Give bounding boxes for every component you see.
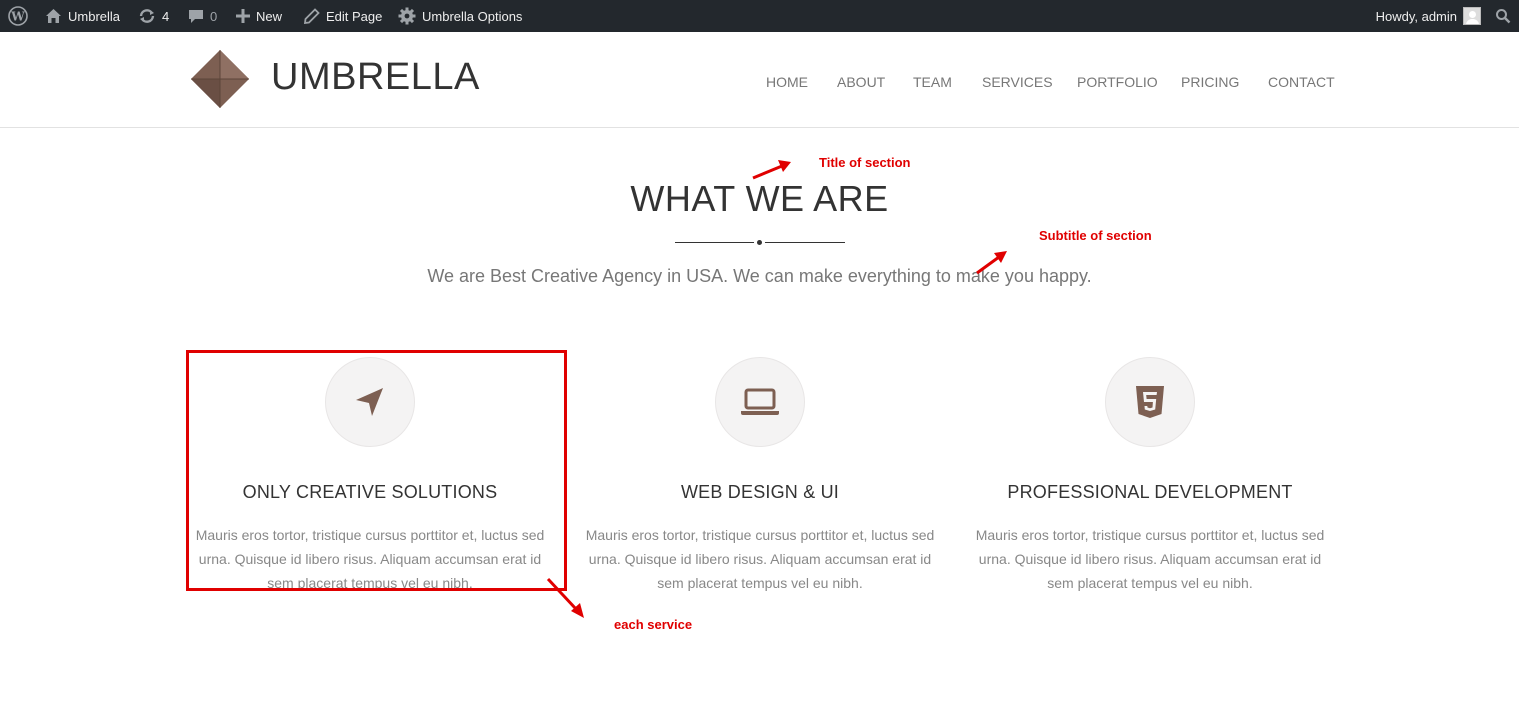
new-label: New	[256, 8, 283, 24]
service-item: WEB DESIGN & UI Mauris eros tortor, tris…	[575, 357, 945, 595]
nav-about[interactable]: ABOUT	[837, 74, 885, 90]
admin-bar-comments[interactable]: 0	[188, 0, 217, 32]
updates-count: 4	[162, 8, 170, 24]
site-brand[interactable]: UMBRELLA	[271, 56, 480, 99]
section-divider	[675, 238, 845, 248]
service-title: PROFESSIONAL DEVELOPMENT	[1007, 482, 1293, 502]
service-text: Mauris eros tortor, tristique cursus por…	[975, 527, 1325, 591]
search-icon[interactable]	[1495, 0, 1511, 32]
service-title: WEB DESIGN & UI	[680, 482, 840, 502]
admin-bar-edit-page[interactable]: Edit Page	[304, 0, 382, 32]
comments-count: 0	[210, 8, 218, 24]
arrow-head-service	[571, 603, 584, 618]
arrow-head-subtitle	[994, 251, 1007, 263]
service-item: PROFESSIONAL DEVELOPMENT Mauris eros tor…	[965, 357, 1335, 595]
admin-bar-theme-options[interactable]: Umbrella Options	[398, 0, 522, 32]
arrow-head-title	[778, 160, 791, 172]
edit-page-label: Edit Page	[326, 8, 383, 24]
site-header: UMBRELLA HOME ABOUT TEAM SERVICES PORTFO…	[0, 32, 1519, 128]
svg-text:W: W	[10, 10, 25, 24]
admin-bar: W Umbrella 4 0 New Edit Page Umbrella Op…	[0, 0, 1519, 32]
html5-icon	[1105, 357, 1195, 447]
wordpress-logo-icon[interactable]: W	[8, 0, 28, 32]
pencil-icon	[304, 8, 320, 24]
admin-bar-site-link[interactable]: Umbrella	[45, 0, 120, 32]
nav-portfolio[interactable]: PORTFOLIO	[1077, 74, 1158, 90]
comment-icon	[188, 9, 204, 24]
service-annotation: each service	[614, 617, 693, 632]
umbrella-logo-icon[interactable]	[190, 49, 250, 109]
nav-home[interactable]: HOME	[766, 74, 808, 90]
nav-team[interactable]: TEAM	[913, 74, 952, 90]
admin-bar-updates[interactable]: 4	[138, 0, 169, 32]
howdy-label: Howdy, admin	[1375, 8, 1457, 24]
options-label: Umbrella Options	[422, 8, 523, 24]
refresh-icon	[138, 8, 156, 24]
plus-icon	[236, 9, 250, 23]
section-subtitle: We are Best Creative Agency in USA. We c…	[427, 266, 1092, 286]
nav-contact[interactable]: CONTACT	[1268, 74, 1335, 90]
section-title: WHAT WE ARE	[630, 178, 889, 219]
laptop-icon	[715, 357, 805, 447]
arrow-to-title-note	[752, 164, 783, 180]
service-text: Mauris eros tortor, tristique cursus por…	[585, 527, 935, 591]
admin-bar-new[interactable]: New	[236, 0, 282, 32]
gear-icon	[398, 7, 416, 25]
nav-pricing[interactable]: PRICING	[1181, 74, 1239, 90]
subtitle-annotation: Subtitle of section	[1039, 228, 1152, 243]
title-annotation: Title of section	[819, 155, 911, 170]
service-highlight-box	[186, 350, 567, 591]
avatar	[1463, 7, 1481, 25]
admin-bar-account[interactable]: Howdy, admin	[1376, 0, 1481, 32]
home-icon	[45, 8, 62, 24]
site-name: Umbrella	[68, 8, 121, 24]
nav-services[interactable]: SERVICES	[982, 74, 1053, 90]
